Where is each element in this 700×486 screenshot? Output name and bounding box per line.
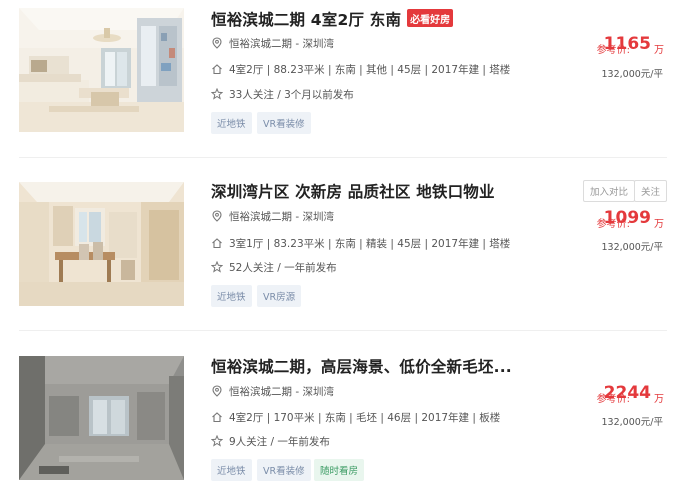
star-icon: [211, 435, 225, 447]
tag-near-subway: 近地铁: [211, 459, 252, 481]
location-row: 恒裕滨城二期 - 深圳湾: [211, 384, 334, 399]
follow-button[interactable]: 关注: [634, 180, 668, 202]
divider: [19, 157, 667, 158]
tag-near-subway: 近地铁: [211, 285, 252, 307]
house-info-row: 4室2厅 | 88.23平米 | 东南 | 其他 | 45层 | 2017年建 …: [211, 62, 510, 77]
price-unit: 万: [654, 45, 664, 56]
follow-row: 33人关注 / 3个月以前发布: [211, 87, 354, 102]
listing-photo[interactable]: [19, 356, 184, 480]
location-link[interactable]: 恒裕滨城二期 - 深圳湾: [229, 38, 334, 50]
listing-title[interactable]: 恒裕滨城二期，高层海景、低价全新毛坯...: [211, 355, 512, 377]
tag-vr-listing: VR房源: [257, 285, 302, 307]
listing-photo[interactable]: [19, 8, 184, 132]
tag-viewing-anytime: 随时看房: [314, 459, 365, 481]
listing-card[interactable]: 深圳湾片区 次新房 品质社区 地铁口物业 加入对比 关注 恒裕滨城二期 - 深圳…: [0, 170, 700, 330]
star-icon: [211, 261, 225, 273]
house-info-row: 4室2厅 | 170平米 | 东南 | 毛坯 | 46层 | 2017年建 | …: [211, 410, 500, 425]
unit-price: 132,000元/平: [601, 69, 664, 80]
star-icon: [211, 88, 225, 100]
unit-price: 132,000元/平: [601, 417, 664, 428]
add-compare-button[interactable]: 加入对比: [583, 180, 636, 202]
location-row: 恒裕滨城二期 - 深圳湾: [211, 209, 334, 224]
total-price: 1165: [603, 34, 651, 54]
listing-photo[interactable]: [19, 182, 184, 306]
total-price: 2244: [603, 383, 651, 403]
price-unit: 万: [654, 219, 664, 230]
house-info: 3室1厅 | 83.23平米 | 东南 | 精装 | 45层 | 2017年建 …: [229, 238, 511, 250]
listing-card[interactable]: 恒裕滨城二期 4室2厅 东南 必看好房 恒裕滨城二期 - 深圳湾 4室2厅 | 8…: [0, 0, 700, 160]
price-unit: 万: [654, 394, 664, 405]
tag-near-subway: 近地铁: [211, 112, 252, 134]
total-price: 1099: [603, 208, 651, 228]
house-icon: [211, 411, 225, 423]
house-info-row: 3室1厅 | 83.23平米 | 东南 | 精装 | 45层 | 2017年建 …: [211, 236, 510, 251]
follow-info: 33人关注 / 3个月以前发布: [229, 89, 354, 101]
follow-info: 52人关注 / 一年前发布: [229, 262, 337, 274]
house-info: 4室2厅 | 170平米 | 东南 | 毛坯 | 46层 | 2017年建 | …: [229, 412, 501, 424]
listing-card[interactable]: 恒裕滨城二期，高层海景、低价全新毛坯... 恒裕滨城二期 - 深圳湾 4室2厅 …: [0, 345, 700, 486]
house-icon: [211, 63, 225, 75]
listing-title[interactable]: 深圳湾片区 次新房 品质社区 地铁口物业: [211, 180, 495, 202]
follow-row: 52人关注 / 一年前发布: [211, 260, 337, 275]
listing-title[interactable]: 恒裕滨城二期 4室2厅 东南 必看好房: [211, 8, 454, 30]
unit-price: 132,000元/平: [601, 242, 664, 253]
location-pin-icon: [211, 210, 225, 222]
location-pin-icon: [211, 37, 225, 49]
must-see-badge: 必看好房: [407, 9, 454, 27]
location-link[interactable]: 恒裕滨城二期 - 深圳湾: [229, 211, 334, 223]
follow-info: 9人关注 / 一年前发布: [229, 436, 330, 448]
divider: [19, 330, 667, 331]
follow-row: 9人关注 / 一年前发布: [211, 434, 330, 449]
location-row: 恒裕滨城二期 - 深圳湾: [211, 36, 334, 51]
house-info: 4室2厅 | 88.23平米 | 东南 | 其他 | 45层 | 2017年建 …: [229, 64, 511, 76]
location-link[interactable]: 恒裕滨城二期 - 深圳湾: [229, 386, 334, 398]
location-pin-icon: [211, 385, 225, 397]
house-icon: [211, 237, 225, 249]
tag-vr-decoration: VR看装修: [257, 112, 311, 134]
tag-vr-decoration: VR看装修: [257, 459, 311, 481]
